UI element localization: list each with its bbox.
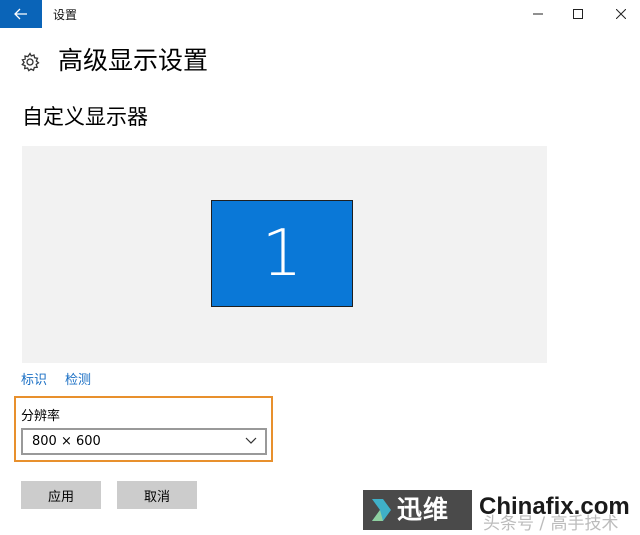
watermark-logo: 迅维网	[363, 490, 472, 535]
section-title: 自定义显示器	[22, 105, 148, 129]
monitor-tile[interactable]: 1	[211, 200, 353, 307]
page-title: 高级显示设置	[58, 46, 209, 75]
window-title: 设置	[53, 8, 78, 22]
monitor-number: 1	[261, 216, 303, 291]
watermark-subtitle: 头条号 / 高手技术	[483, 514, 619, 534]
display-preview[interactable]: 1	[22, 146, 547, 363]
back-button[interactable]	[0, 0, 42, 28]
back-arrow-icon	[14, 8, 27, 20]
cancel-button[interactable]: 取消	[117, 481, 197, 509]
settings-window: 设置 高级显示设置 自定义显示器 1 标识 检测 分辨率 800 × 600 应…	[0, 0, 640, 535]
watermark-logo-text: 迅维网	[397, 495, 450, 535]
watermark: 迅维网 Chinafix.com 头条号 / 高手技术	[363, 490, 640, 535]
chevron-down-icon	[245, 437, 257, 444]
identify-link[interactable]: 标识	[21, 369, 47, 388]
close-icon	[616, 9, 626, 19]
title-bar: 设置	[0, 0, 640, 28]
detect-link[interactable]: 检测	[65, 369, 91, 388]
maximize-icon	[573, 9, 583, 19]
gear-icon	[21, 52, 40, 72]
close-button[interactable]	[598, 0, 640, 28]
minimize-icon	[533, 13, 543, 15]
apply-button[interactable]: 应用	[21, 481, 101, 509]
resolution-dropdown[interactable]: 800 × 600	[21, 428, 267, 455]
logo-arrow-icon	[372, 499, 391, 521]
resolution-label: 分辨率	[21, 409, 61, 424]
maximize-button[interactable]	[555, 0, 601, 28]
resolution-value: 800 × 600	[32, 434, 101, 449]
